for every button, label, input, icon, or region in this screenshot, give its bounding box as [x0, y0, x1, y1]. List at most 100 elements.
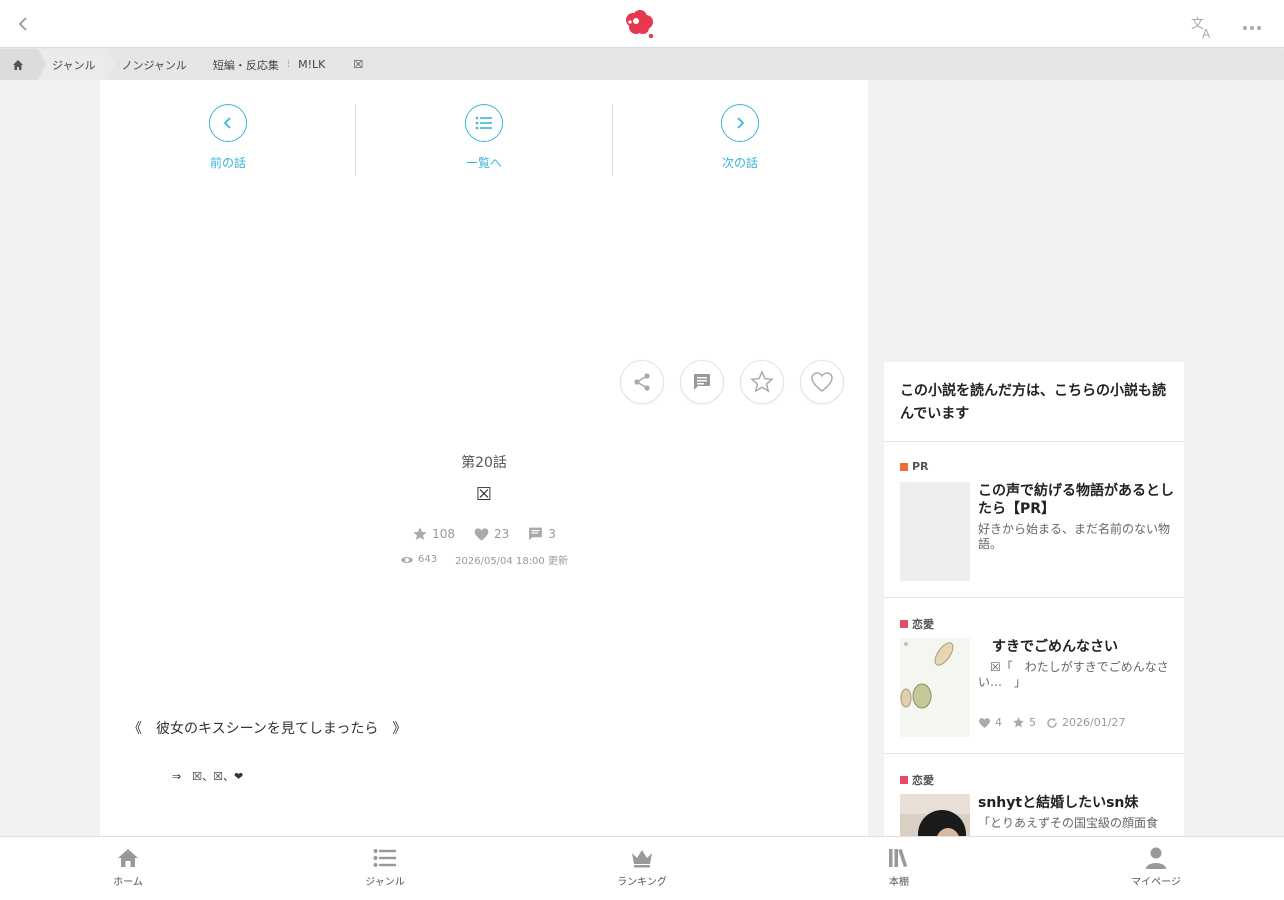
- tab-ranking[interactable]: ランキング: [592, 845, 692, 888]
- share-button[interactable]: [620, 360, 664, 404]
- cover-thumbnail: [900, 638, 970, 737]
- card-description: 「とりあえずその国宝級の顔面食: [978, 816, 1159, 830]
- recommendations-panel: この小説を読んだ方は、こちらの小説も読んでいます PR この声で紡げる物語がある…: [884, 362, 1184, 836]
- like-button[interactable]: [800, 360, 844, 404]
- home-icon: [13, 59, 23, 70]
- eye-icon: [401, 556, 414, 563]
- body-text: ⇒ ☒、☒、❤︎: [172, 770, 244, 783]
- breadcrumb-genre[interactable]: ジャンル: [38, 49, 116, 80]
- comment-count: 3: [527, 526, 556, 542]
- category-text: 恋愛: [912, 774, 934, 787]
- comment-icon: [694, 374, 710, 390]
- chevron-left-icon: [209, 104, 247, 142]
- star-icon: [1013, 717, 1024, 728]
- card-stats: 4 5 2026/01/27: [978, 716, 1125, 729]
- star-icon: [413, 527, 427, 540]
- back-arrow-icon[interactable]: [12, 12, 36, 36]
- tab-label: マイページ: [1131, 877, 1181, 888]
- card-title: すきでごめんなさい: [978, 639, 1118, 655]
- refresh-icon: [1047, 717, 1057, 728]
- breadcrumb-label: 短編・反応集: [212, 58, 279, 72]
- category-text: 恋愛: [912, 618, 934, 631]
- card-like-value: 4: [995, 716, 1002, 729]
- card-star-value: 5: [1029, 716, 1036, 729]
- list-icon: [372, 845, 398, 871]
- heart-icon: [979, 717, 990, 728]
- updated-date: 2026/05/04 18:00 更新: [455, 556, 568, 567]
- card-title: snhytと結婚したいsn妹: [978, 795, 1139, 811]
- episode-nav: 前の話 一覧へ 次の話: [100, 104, 868, 176]
- recommendation-card[interactable]: 恋愛 snhytと結婚したいsn妹 「とりあえずその国宝級の顔面食: [884, 754, 1184, 836]
- tab-label: ホーム: [113, 877, 143, 888]
- breadcrumb-nongenre[interactable]: ノンジャンル: [107, 49, 207, 80]
- category-label: 恋愛: [900, 616, 934, 632]
- episode-list-label: 一覧へ: [465, 156, 502, 170]
- card-date-value: 2026/01/27: [1062, 716, 1126, 729]
- card-description: ☒「 わたしがすきでごめんなさい… 」: [978, 660, 1169, 689]
- tab-home[interactable]: ホーム: [78, 845, 178, 888]
- cover-thumbnail: [900, 482, 970, 581]
- view-count-value: 643: [418, 554, 438, 565]
- bottom-tab-bar: ホーム ジャンル ランキング 本棚 マイページ: [0, 836, 1284, 900]
- episode-main: 前の話 一覧へ 次の話 第20話 ☒ 108 23 3 643 2026/05/…: [100, 80, 868, 836]
- episode-stats: 108 23 3: [100, 526, 868, 542]
- next-episode-button[interactable]: 次の話: [612, 104, 868, 176]
- like-count: 23: [473, 527, 509, 542]
- brand-logo-icon[interactable]: [622, 8, 656, 40]
- breadcrumb-label: ノンジャンル: [121, 58, 187, 72]
- tab-label: 本棚: [889, 877, 909, 888]
- cover-thumbnail: [900, 794, 970, 836]
- episode-meta: 643 2026/05/04 18:00 更新: [100, 552, 868, 567]
- star-count-value: 108: [432, 527, 455, 541]
- prev-episode-label: 前の話: [209, 156, 246, 170]
- breadcrumb-label: ジャンル: [52, 58, 96, 72]
- action-buttons: [620, 360, 860, 406]
- episode-title: ☒: [475, 484, 493, 505]
- star-count: 108: [412, 526, 455, 542]
- crown-icon: [629, 845, 655, 871]
- breadcrumb-label: ☒: [353, 58, 364, 71]
- comment-button[interactable]: [680, 360, 724, 404]
- recommendations-heading: この小説を読んだ方は、こちらの小説も読んでいます: [884, 362, 1184, 442]
- body-text: 《 彼女のキスシーンを見てしまったら 》: [128, 721, 407, 737]
- breadcrumb-collection[interactable]: 短編・反応集 ⁝ M!LK: [198, 49, 346, 80]
- tab-mypage[interactable]: マイページ: [1106, 845, 1206, 888]
- card-description: 好きから始まる、まだ名前のない物語。: [978, 522, 1171, 551]
- svg-text:A: A: [1202, 27, 1211, 40]
- favorite-star-button[interactable]: [740, 360, 784, 404]
- comment-icon: [529, 527, 543, 541]
- card-title: この声で紡げる物語があるとしたら【PR】: [978, 483, 1174, 517]
- heart-outline-icon: [811, 372, 833, 392]
- category-label: PR: [900, 460, 929, 473]
- breadcrumb-separator: ⁝: [286, 59, 291, 70]
- breadcrumb-home[interactable]: [0, 49, 46, 80]
- tab-label: ランキング: [617, 877, 667, 888]
- next-episode-label: 次の話: [721, 156, 758, 170]
- user-icon: [1143, 845, 1169, 871]
- bookshelf-icon: [886, 845, 912, 871]
- recommendation-card[interactable]: PR この声で紡げる物語があるとしたら【PR】 好きから始まる、まだ名前のない物…: [884, 442, 1184, 598]
- prev-episode-button[interactable]: 前の話: [100, 104, 356, 176]
- breadcrumb: ジャンル ノンジャンル 短編・反応集 ⁝ M!LK ☒: [0, 49, 1284, 80]
- recommendation-card[interactable]: 恋愛 すきでごめんなさい ☒「 わたしがすきでごめんなさい… 」 4 5 202…: [884, 598, 1184, 754]
- card-update-date: 2026/01/27: [1046, 716, 1125, 729]
- share-icon: [634, 373, 650, 391]
- top-bar: 文 A: [0, 0, 1284, 48]
- episode-list-button[interactable]: 一覧へ: [356, 104, 612, 176]
- heart-icon: [474, 527, 489, 541]
- tab-genre[interactable]: ジャンル: [335, 845, 435, 888]
- tab-bookshelf[interactable]: 本棚: [849, 845, 949, 888]
- category-text: PR: [912, 460, 929, 473]
- comment-count-value: 3: [548, 527, 556, 541]
- list-icon: [465, 104, 503, 142]
- home-icon: [115, 845, 141, 871]
- star-outline-icon: [750, 370, 774, 393]
- card-like-count: 4: [978, 716, 1002, 729]
- card-star-count: 5: [1012, 716, 1036, 729]
- translate-icon[interactable]: 文 A: [1190, 14, 1216, 40]
- breadcrumb-label: M!LK: [298, 58, 326, 71]
- episode-number: 第20話: [461, 455, 507, 471]
- tab-label: ジャンル: [365, 877, 405, 888]
- more-options-icon[interactable]: [1240, 16, 1264, 40]
- category-label: 恋愛: [900, 772, 934, 788]
